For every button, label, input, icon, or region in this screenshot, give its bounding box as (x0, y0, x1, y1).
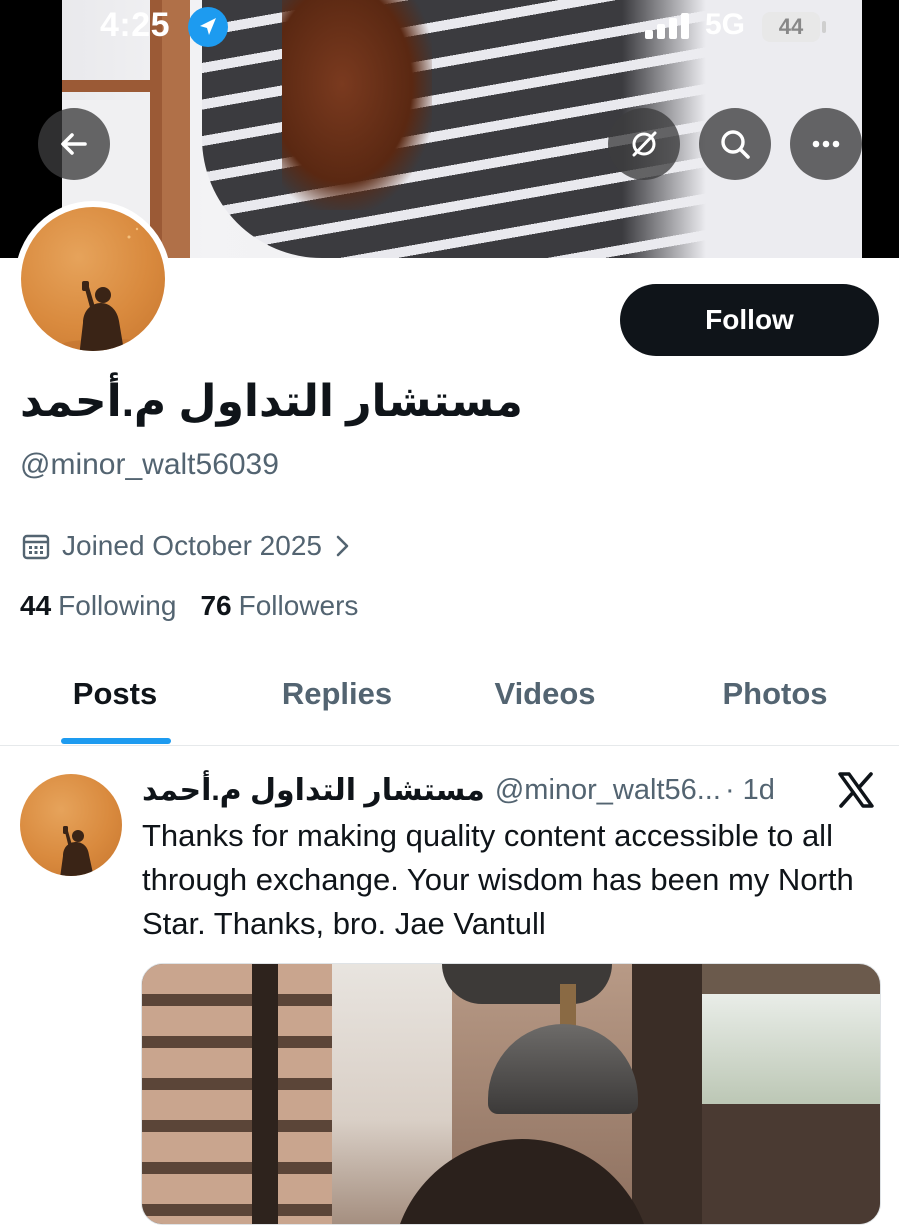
post-avatar[interactable] (20, 774, 122, 876)
following-count: 44 (20, 590, 52, 621)
battery-level: 44 (778, 14, 804, 39)
joined-date-row[interactable]: Joined October 2025 (22, 526, 352, 566)
post-author-name[interactable]: مستشار التداول م.أحمد (142, 773, 485, 808)
eye-slash-icon (632, 131, 657, 157)
post-author-handle[interactable]: @minor_walt56... (495, 774, 721, 807)
battery-icon: 44 (762, 12, 820, 42)
following-link[interactable]: 44 Following (20, 590, 176, 622)
search-icon (721, 130, 750, 159)
network-type: 5G (705, 8, 746, 41)
followers-link[interactable]: 76 Followers (200, 590, 358, 622)
followers-count: 76 (200, 590, 232, 621)
followers-label: Followers (238, 590, 359, 621)
location-arrow-icon (188, 7, 228, 47)
tab-replies[interactable]: Replies (262, 676, 412, 716)
profile-handle: @minor_walt56039 (20, 448, 279, 481)
post-image[interactable] (141, 963, 881, 1225)
joined-date: Joined October 2025 (62, 530, 322, 561)
arrow-left-icon (61, 133, 87, 155)
follow-button[interactable]: Follow (620, 284, 879, 356)
following-label: Following (58, 590, 177, 621)
back-button[interactable] (38, 108, 110, 180)
battery-tip (822, 21, 826, 33)
tab-posts[interactable]: Posts (40, 676, 190, 716)
signal-bars-icon (645, 13, 689, 39)
calendar-icon (22, 534, 50, 560)
chevron-right-icon (336, 535, 349, 557)
follow-stats: 44 Following 76 Followers (20, 590, 382, 622)
status-time: 4:25 (100, 6, 171, 44)
ellipsis-icon (812, 140, 840, 148)
search-button[interactable] (699, 108, 771, 180)
tab-divider (0, 745, 899, 746)
post-header: مستشار التداول م.أحمد @minor_walt56... ·… (142, 768, 822, 812)
display-name: مستشار التداول م.أحمد (20, 377, 523, 426)
hide-button[interactable] (608, 108, 680, 180)
tab-photos[interactable]: Photos (700, 676, 850, 716)
profile-avatar[interactable] (15, 201, 171, 357)
x-logo-icon (838, 772, 874, 808)
avatar-photo (21, 207, 165, 351)
active-tab-indicator (61, 738, 171, 744)
post-timestamp[interactable]: · 1d (725, 774, 775, 807)
post-text: Thanks for making quality content access… (142, 818, 854, 941)
tab-videos[interactable]: Videos (470, 676, 620, 716)
more-button[interactable] (790, 108, 862, 180)
